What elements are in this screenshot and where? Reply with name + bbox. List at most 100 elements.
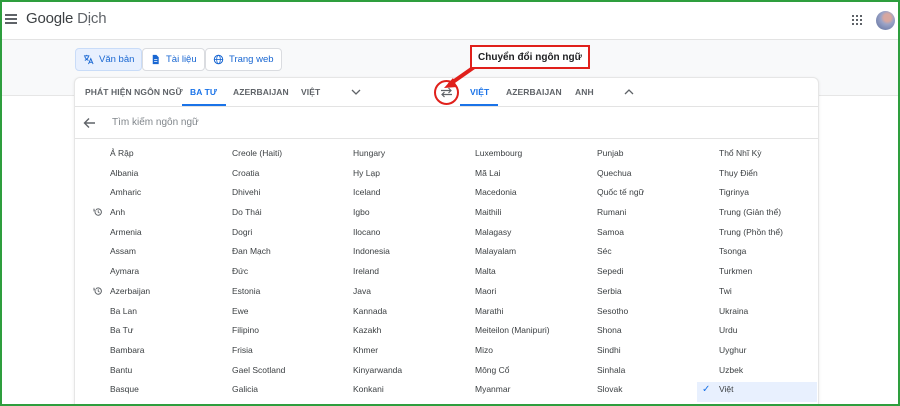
- tab-target-english[interactable]: ANH: [575, 87, 594, 97]
- language-option[interactable]: Đức: [232, 264, 342, 284]
- language-option[interactable]: Sinhala: [597, 363, 707, 383]
- language-option[interactable]: Séc: [597, 244, 707, 264]
- tab-detect-language[interactable]: PHÁT HIỆN NGÔN NGỮ: [85, 87, 183, 97]
- language-option[interactable]: Mizo: [475, 343, 590, 363]
- language-option[interactable]: Uyghur: [719, 343, 817, 363]
- language-option[interactable]: Assam: [110, 244, 220, 264]
- menu-icon[interactable]: [5, 14, 17, 24]
- language-option[interactable]: Thổ Nhĩ Kỳ: [719, 146, 817, 166]
- language-name: Kannada: [353, 305, 388, 316]
- language-option[interactable]: Myanmar: [475, 382, 590, 402]
- language-option[interactable]: Ilocano: [353, 225, 463, 245]
- language-option[interactable]: Kazakh: [353, 323, 463, 343]
- language-option[interactable]: Hungary: [353, 146, 463, 166]
- language-option[interactable]: Kinyarwanda: [353, 363, 463, 383]
- back-arrow-icon[interactable]: [83, 117, 96, 129]
- language-option[interactable]: Slovak: [597, 382, 707, 402]
- language-option[interactable]: Quechua: [597, 166, 707, 186]
- language-option[interactable]: Trung (Giản thể): [719, 205, 817, 225]
- language-option[interactable]: Rumani: [597, 205, 707, 225]
- app-logo[interactable]: Google Dịch: [26, 10, 107, 27]
- language-option[interactable]: Quốc tế ngữ: [597, 185, 707, 205]
- language-option[interactable]: Samoa: [597, 225, 707, 245]
- language-option[interactable]: Azerbaijan: [93, 284, 220, 304]
- language-option[interactable]: Gael Scotland: [232, 363, 342, 383]
- language-option[interactable]: Do Thái: [232, 205, 342, 225]
- text-mode-button[interactable]: Văn bản: [75, 48, 143, 71]
- chevron-up-icon[interactable]: [624, 88, 634, 96]
- language-option[interactable]: ✓ Việt: [697, 382, 817, 402]
- language-option[interactable]: Anh: [93, 205, 220, 225]
- language-option[interactable]: Ireland: [353, 264, 463, 284]
- tab-source-vietnamese[interactable]: VIỆT: [301, 87, 320, 97]
- language-name: Hy Lạp: [353, 167, 380, 178]
- language-option[interactable]: Ewe: [232, 304, 342, 324]
- language-option[interactable]: Mông Cổ: [475, 363, 590, 383]
- chevron-down-icon[interactable]: [351, 88, 361, 96]
- language-option[interactable]: Luxembourg: [475, 146, 590, 166]
- language-option[interactable]: Meiteilon (Manipuri): [475, 323, 590, 343]
- language-option[interactable]: Albania: [110, 166, 220, 186]
- language-option[interactable]: Turkmen: [719, 264, 817, 284]
- language-option[interactable]: Bambara: [110, 343, 220, 363]
- language-option[interactable]: Malta: [475, 264, 590, 284]
- language-option[interactable]: Trung (Phồn thể): [719, 225, 817, 245]
- language-option[interactable]: Dhivehi: [232, 185, 342, 205]
- language-option[interactable]: Thụy Điển: [719, 166, 817, 186]
- language-option[interactable]: Estonia: [232, 284, 342, 304]
- language-option[interactable]: Armenia: [110, 225, 220, 245]
- language-option[interactable]: Ba Lan: [110, 304, 220, 324]
- language-option[interactable]: Macedonia: [475, 185, 590, 205]
- language-option[interactable]: Tigrinya: [719, 185, 817, 205]
- language-option[interactable]: Twi: [719, 284, 817, 304]
- language-option[interactable]: Punjab: [597, 146, 707, 166]
- language-option[interactable]: Sesotho: [597, 304, 707, 324]
- language-option[interactable]: Basque: [110, 382, 220, 402]
- language-option[interactable]: Konkani: [353, 382, 463, 402]
- language-name: Ba Lan: [110, 305, 137, 316]
- language-option[interactable]: Serbia: [597, 284, 707, 304]
- website-mode-button[interactable]: Trang web: [205, 48, 282, 71]
- language-option[interactable]: Urdu: [719, 323, 817, 343]
- language-option[interactable]: Bantu: [110, 363, 220, 383]
- language-option[interactable]: Khmer: [353, 343, 463, 363]
- tab-target-azerbaijani[interactable]: AZERBAIJAN: [506, 87, 562, 97]
- apps-icon[interactable]: [852, 15, 862, 25]
- language-option[interactable]: Creole (Haiti): [232, 146, 342, 166]
- language-option[interactable]: Iceland: [353, 185, 463, 205]
- language-option[interactable]: Mã Lai: [475, 166, 590, 186]
- language-option[interactable]: Ba Tư: [110, 323, 220, 343]
- language-option[interactable]: Croatia: [232, 166, 342, 186]
- avatar[interactable]: [876, 11, 895, 30]
- language-option[interactable]: Dogri: [232, 225, 342, 245]
- language-option[interactable]: Ukraina: [719, 304, 817, 324]
- language-option[interactable]: Marathi: [475, 304, 590, 324]
- language-option[interactable]: Filipino: [232, 323, 342, 343]
- language-option[interactable]: Sindhi: [597, 343, 707, 363]
- tab-source-azerbaijani[interactable]: AZERBAIJAN: [233, 87, 289, 97]
- language-option[interactable]: Java: [353, 284, 463, 304]
- language-name: Albania: [110, 167, 139, 178]
- language-option[interactable]: Igbo: [353, 205, 463, 225]
- language-search-input[interactable]: Tìm kiếm ngôn ngữ: [112, 117, 199, 128]
- language-option[interactable]: Malagasy: [475, 225, 590, 245]
- language-name: Amharic: [110, 187, 142, 198]
- language-option[interactable]: Đan Mạch: [232, 244, 342, 264]
- language-option[interactable]: Sepedi: [597, 264, 707, 284]
- language-option[interactable]: Galicia: [232, 382, 342, 402]
- language-option[interactable]: Aymara: [110, 264, 220, 284]
- language-option[interactable]: Kannada: [353, 304, 463, 324]
- language-option[interactable]: Malayalam: [475, 244, 590, 264]
- language-option[interactable]: Shona: [597, 323, 707, 343]
- language-option[interactable]: Frisia: [232, 343, 342, 363]
- language-option[interactable]: Maithili: [475, 205, 590, 225]
- language-option[interactable]: Ả Rập: [110, 146, 220, 166]
- language-option[interactable]: Maori: [475, 284, 590, 304]
- tab-source-persian[interactable]: BA TƯ: [190, 87, 217, 97]
- language-option[interactable]: Amharic: [110, 185, 220, 205]
- language-option[interactable]: Tsonga: [719, 244, 817, 264]
- language-option[interactable]: Hy Lạp: [353, 166, 463, 186]
- language-option[interactable]: Indonesia: [353, 244, 463, 264]
- document-mode-button[interactable]: Tài liệu: [142, 48, 205, 71]
- language-option[interactable]: Uzbek: [719, 363, 817, 383]
